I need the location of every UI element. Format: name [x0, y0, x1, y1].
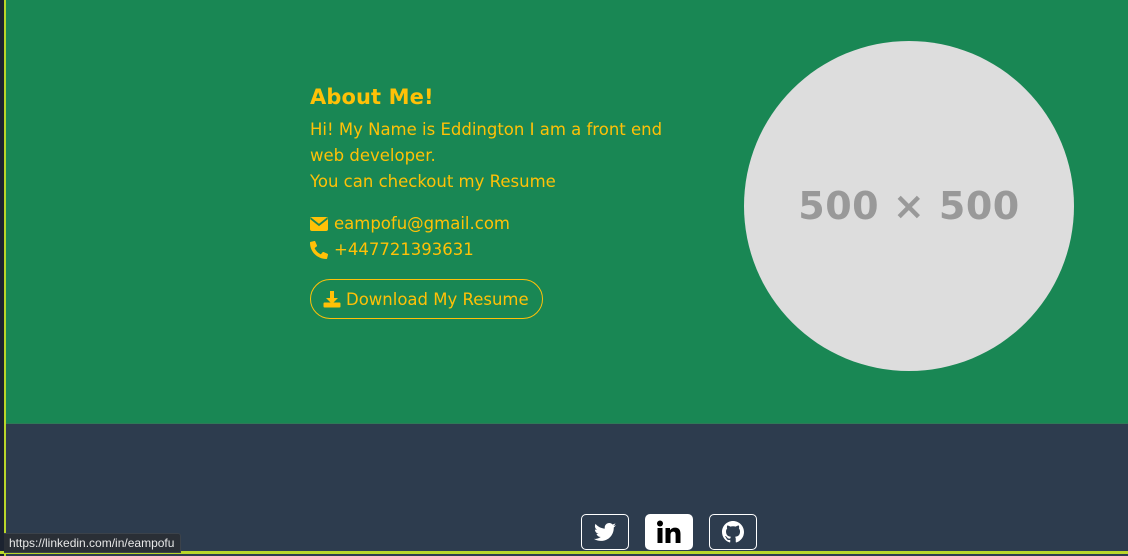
- download-resume-button[interactable]: Download My Resume: [310, 279, 543, 319]
- envelope-icon: [310, 217, 328, 231]
- about-content: About Me! Hi! My Name is Eddington I am …: [310, 82, 710, 319]
- phone-text[interactable]: +447721393631: [334, 237, 474, 263]
- linkedin-icon: [657, 520, 681, 543]
- about-resume-line: You can checkout my Resume: [310, 172, 556, 191]
- status-bar-url: https://linkedin.com/in/eampofu: [4, 533, 182, 553]
- phone-row: +447721393631: [310, 237, 710, 263]
- profile-image-placeholder: 500 × 500: [744, 41, 1074, 371]
- browser-viewport: About Me! Hi! My Name is Eddington I am …: [0, 0, 1128, 556]
- about-section: About Me! Hi! My Name is Eddington I am …: [6, 0, 1128, 424]
- github-button[interactable]: [709, 514, 757, 550]
- download-icon: [323, 291, 341, 308]
- about-intro: Hi! My Name is Eddington I am a front en…: [310, 120, 663, 165]
- github-icon: [722, 521, 744, 543]
- about-title: About Me!: [310, 85, 434, 109]
- email-text[interactable]: eampofu@gmail.com: [334, 211, 510, 237]
- twitter-icon: [594, 523, 616, 541]
- footer: [6, 424, 1128, 551]
- contact-info: eampofu@gmail.com +447721393631: [310, 211, 710, 263]
- twitter-button[interactable]: [581, 514, 629, 550]
- linkedin-button[interactable]: [645, 514, 693, 550]
- phone-icon: [310, 241, 328, 259]
- download-resume-label: Download My Resume: [346, 289, 529, 309]
- profile-image-size-label: 500 × 500: [798, 184, 1020, 228]
- email-row: eampofu@gmail.com: [310, 211, 710, 237]
